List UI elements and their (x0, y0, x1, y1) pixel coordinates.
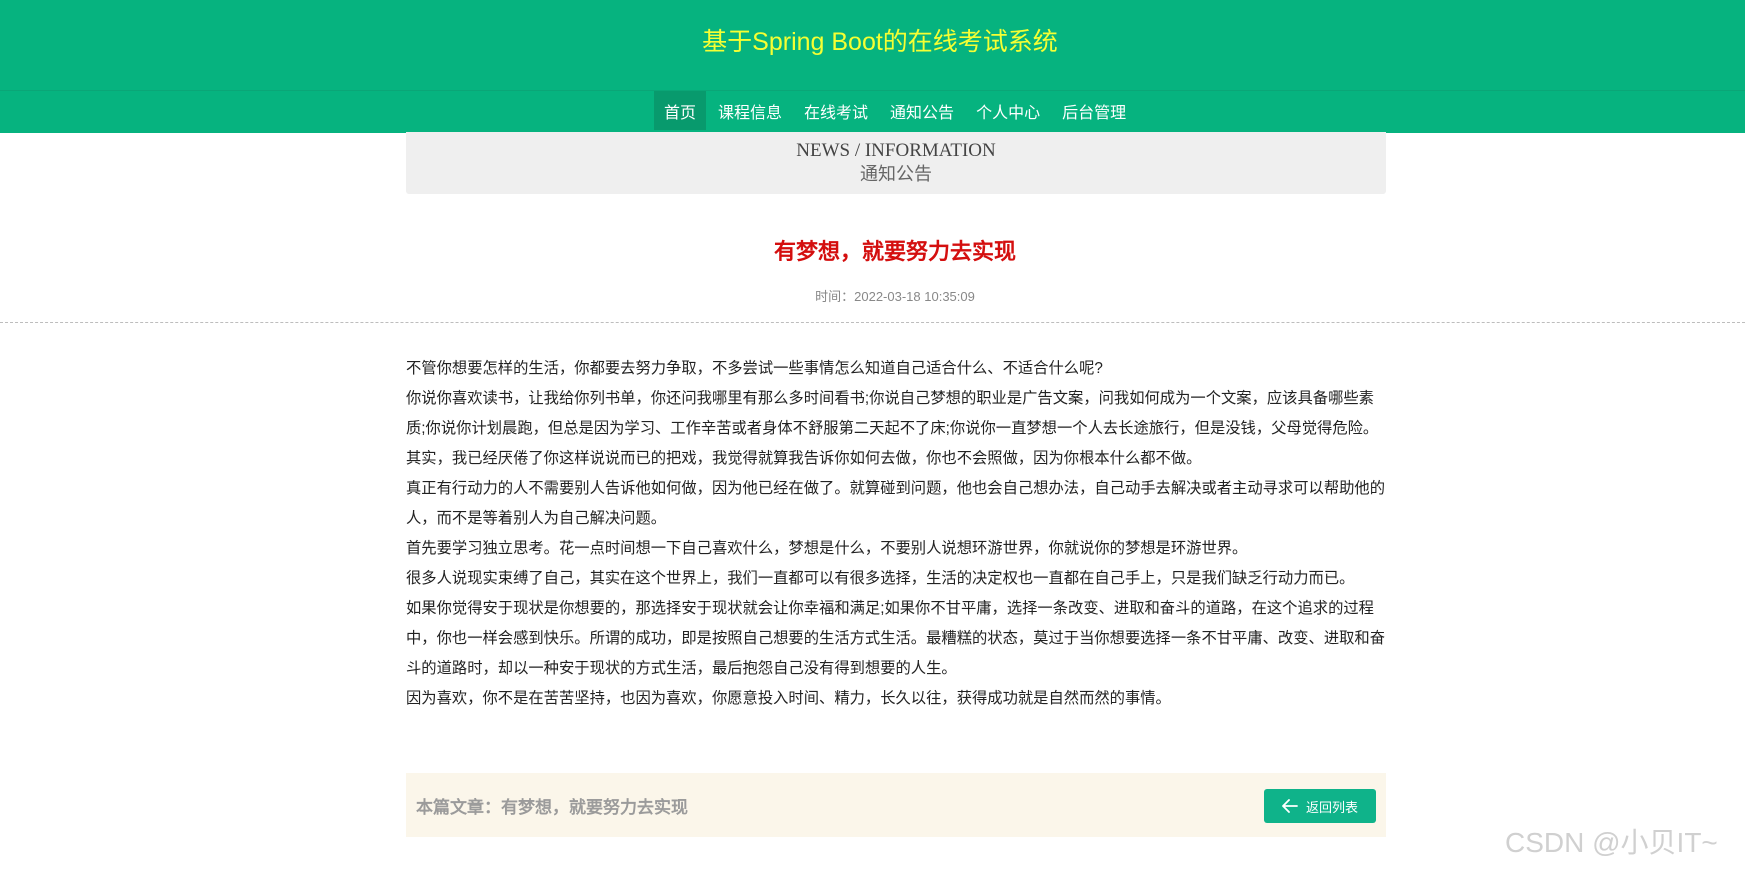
article-paragraph: 你说你喜欢读书，让我给你列书单，你还问我哪里有那么多时间看书;你说自己梦想的职业… (406, 390, 1379, 467)
section-title-en: NEWS / INFORMATION (796, 140, 996, 161)
article-body: 不管你想要怎样的生活，你都要去努力争取，不多尝试一些事情怎么知道自己适合什么、不… (406, 354, 1386, 714)
nav-bar: 首页 课程信息 在线考试 通知公告 个人中心 后台管理 (0, 90, 1745, 133)
article-title: 有梦想，就要努力去实现 (773, 239, 1016, 264)
article-paragraph: 因为喜欢，你不是在苦苦坚持，也因为喜欢，你愿意投入时间、精力，长久以往，获得成功… (406, 690, 1171, 707)
nav-item-online-exam[interactable]: 在线考试 (794, 91, 878, 130)
header-bar: 基于Spring Boot的在线考试系统 (0, 0, 1745, 90)
section-banner: NEWS / INFORMATION 通知公告 (406, 132, 1386, 194)
article-paragraph: 如果你觉得安于现状是你想要的，那选择安于现状就会让你幸福和满足;如果你不甘平庸，… (406, 600, 1386, 677)
article-time: 时间：2022-03-18 10:35:09 (0, 286, 1745, 305)
article-paragraph: 首先要学习独立思考。花一点时间想一下自己喜欢什么，梦想是什么，不要别人说想环游世… (406, 540, 1248, 557)
nav-item-admin[interactable]: 后台管理 (1052, 91, 1136, 130)
nav-item-notices[interactable]: 通知公告 (880, 91, 964, 130)
time-value: 2022-03-18 10:35:09 (854, 289, 975, 304)
back-to-list-label: 返回列表 (1305, 799, 1358, 815)
back-to-list-button[interactable]: 返回列表 (1264, 789, 1376, 823)
nav-item-profile[interactable]: 个人中心 (966, 91, 1050, 130)
current-article-label: 本篇文章：有梦想，就要努力去实现 (416, 798, 688, 817)
nav-item-home[interactable]: 首页 (654, 91, 707, 130)
article-paragraph: 很多人说现实束缚了自己，其实在这个世界上，我们一直都可以有很多选择，生活的决定权… (406, 570, 1355, 587)
time-label: 时间： (815, 289, 855, 304)
page: 基于Spring Boot的在线考试系统 首页 课程信息 在线考试 通知公告 个… (0, 0, 1745, 877)
main-nav: 首页 课程信息 在线考试 通知公告 个人中心 后台管理 (654, 91, 1138, 133)
article-paragraph: 不管你想要怎样的生活，你都要去努力争取，不多尝试一些事情怎么知道自己适合什么、不… (406, 360, 1103, 377)
site-title: 基于Spring Boot的在线考试系统 (702, 28, 1058, 56)
arrow-left-icon (1282, 799, 1298, 813)
article-paragraph: 真正有行动力的人不需要别人告诉他如何做，因为他已经在做了。就算碰到问题，他也会自… (406, 480, 1386, 527)
divider (0, 322, 1745, 323)
nav-item-courses[interactable]: 课程信息 (708, 91, 792, 130)
watermark: CSDN @小贝IT~ (1505, 827, 1718, 858)
article-footer: 本篇文章：有梦想，就要努力去实现 返回列表 (406, 773, 1386, 837)
section-title-cn: 通知公告 (860, 164, 932, 184)
